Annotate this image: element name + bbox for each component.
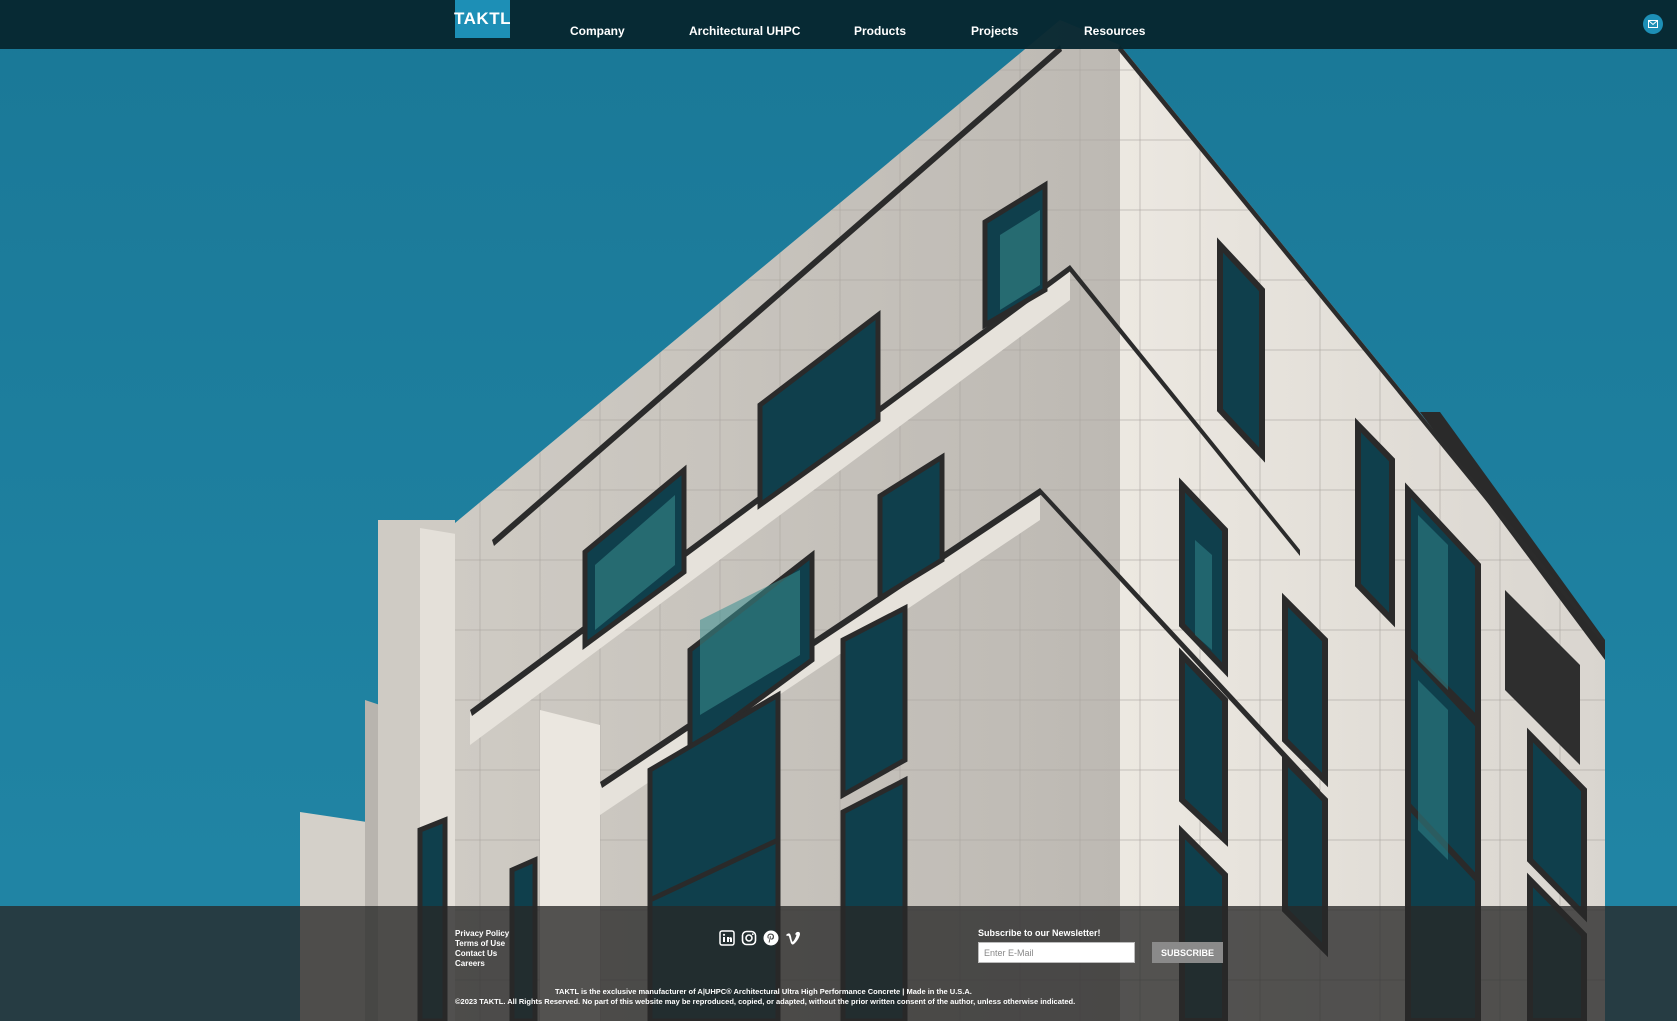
linkedin-icon[interactable] [718,929,735,946]
instagram-icon[interactable] [740,929,757,946]
legal-line-1: TAKTL is the exclusive manufacturer of A… [555,987,972,996]
nav-projects[interactable]: Projects [971,24,1018,38]
social-links [718,929,801,946]
legal-line-2: ©2023 TAKTL. All Rights Reserved. No par… [455,997,1076,1006]
envelope-icon[interactable] [1643,14,1663,34]
footer-link-contact-us[interactable]: Contact Us [455,949,509,959]
top-navigation-bar: TAKTL Company Architectural UHPC Product… [0,0,1677,49]
vimeo-icon[interactable] [784,929,801,946]
pinterest-icon[interactable] [762,929,779,946]
taktl-logo[interactable]: TAKTL [454,0,510,38]
legal-text: TAKTL is the exclusive manufacturer of A… [455,987,1075,1007]
nav-company[interactable]: Company [570,24,625,38]
footer-link-terms-of-use[interactable]: Terms of Use [455,939,509,949]
newsletter-label: Subscribe to our Newsletter! [978,928,1101,938]
footer-link-careers[interactable]: Careers [455,959,509,969]
site-footer: Privacy Policy Terms of Use Contact Us C… [0,906,1677,1021]
footer-link-privacy-policy[interactable]: Privacy Policy [455,929,509,939]
footer-links: Privacy Policy Terms of Use Contact Us C… [455,929,509,969]
nav-architectural-uhpc[interactable]: Architectural UHPC [689,24,800,38]
subscribe-button[interactable]: SUBSCRIBE [1152,942,1223,963]
nav-resources[interactable]: Resources [1084,24,1145,38]
hero-building-image [0,0,1677,1021]
nav-products[interactable]: Products [854,24,906,38]
newsletter-email-input[interactable] [978,942,1135,963]
